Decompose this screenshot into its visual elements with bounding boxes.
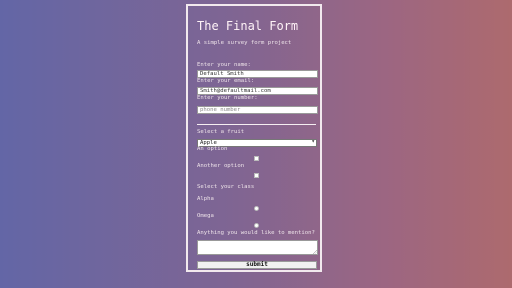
- email-label: Enter your email:: [197, 78, 255, 84]
- alpha-label: Alpha: [197, 196, 214, 202]
- email-input[interactable]: Smith@defaultmail.com: [197, 87, 318, 95]
- name-input[interactable]: Default Smith: [197, 70, 318, 78]
- fruit-label: Select a fruit: [197, 129, 245, 135]
- divider: [197, 124, 316, 125]
- omega-radio[interactable]: [254, 223, 259, 228]
- chevron-down-icon: ▾: [311, 138, 315, 145]
- mention-textarea[interactable]: [197, 240, 318, 255]
- number-label: Enter your number:: [197, 95, 258, 101]
- omega-label: Omega: [197, 213, 214, 219]
- survey-form-card: The Final Form A simple survey form proj…: [186, 4, 322, 272]
- form-subtitle: A simple survey form project: [197, 40, 292, 46]
- resize-grip-icon[interactable]: [313, 250, 317, 254]
- mention-label: Anything you would like to mention?: [197, 230, 315, 236]
- alpha-radio[interactable]: [254, 206, 259, 211]
- submit-button[interactable]: submit: [197, 261, 317, 269]
- option1-label: An option: [197, 146, 228, 152]
- name-label: Enter your name:: [197, 62, 251, 68]
- option2-checkbox[interactable]: [254, 173, 259, 178]
- class-label: Select your class: [197, 184, 255, 190]
- number-input[interactable]: phone number: [197, 106, 318, 114]
- option2-label: Another option: [197, 163, 245, 169]
- option1-checkbox[interactable]: [254, 156, 259, 161]
- form-title: The Final Form: [197, 19, 299, 33]
